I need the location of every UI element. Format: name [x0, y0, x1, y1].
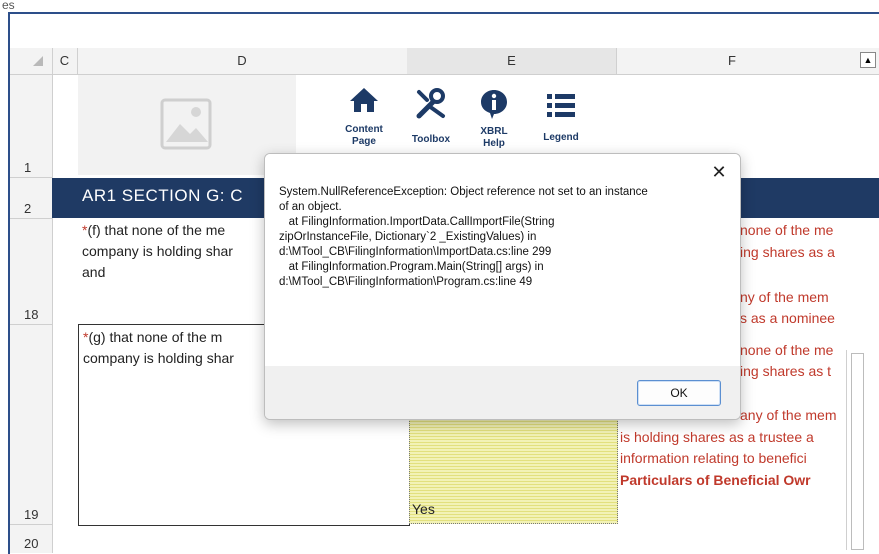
row-header-1[interactable]: 1 — [10, 75, 53, 178]
nav-toolbox[interactable]: Toolbox — [402, 88, 460, 145]
column-header-f[interactable]: F — [616, 48, 848, 74]
tools-icon — [416, 88, 445, 119]
image-placeholder-icon — [160, 98, 212, 150]
column-header-bar: C D E F — [10, 48, 879, 75]
row-header-20[interactable]: 20 — [10, 525, 53, 553]
right-text-line: any of the mem — [740, 407, 837, 423]
section-title: AR1 SECTION G: C — [82, 186, 244, 205]
row-header-2[interactable]: 2 — [10, 178, 53, 219]
select-all-corner[interactable] — [10, 48, 53, 74]
error-dialog: ✕ System.NullReferenceException: Object … — [264, 153, 741, 420]
right-text-line: ny of the mem — [740, 289, 829, 305]
right-text-line: is holding shares as a trustee a — [620, 429, 814, 445]
ok-button[interactable]: OK — [637, 380, 721, 406]
right-text-line: none of the me — [740, 342, 834, 358]
right-text-line: information relating to benefici — [620, 450, 807, 466]
right-text-line: none of the me — [740, 222, 834, 238]
row-header-18[interactable]: 18 — [10, 219, 53, 325]
nav-legend-label: Legend — [543, 132, 579, 143]
close-icon[interactable]: ✕ — [708, 161, 730, 183]
home-icon — [350, 88, 378, 112]
scroll-up-arrow-icon[interactable]: ▲ — [860, 52, 876, 68]
right-text-line: ing shares as a — [740, 244, 835, 260]
select-all-triangle-icon — [33, 56, 43, 66]
cell-e19-input[interactable] — [409, 418, 618, 524]
list-icon — [547, 94, 575, 117]
window-title: es — [2, 0, 15, 12]
nav-xbrl-help-label: XBRL Help — [480, 126, 508, 149]
cell-e19-value: Yes — [412, 501, 435, 517]
nav-legend[interactable]: Legend — [534, 92, 588, 143]
scrollbar-thumb[interactable] — [851, 353, 864, 550]
nav-toolbox-label: Toolbox — [411, 134, 451, 145]
column-header-d[interactable]: D — [77, 48, 408, 74]
column-header-c[interactable]: C — [52, 48, 78, 74]
nav-content-page-label: Content Page — [345, 124, 383, 147]
right-text-line: ing shares as t — [740, 363, 832, 379]
info-icon — [481, 90, 507, 119]
nav-xbrl-help[interactable]: XBRL Help — [472, 88, 516, 150]
beneficial-owner-link[interactable]: Particulars of Beneficial Owr — [620, 472, 811, 488]
error-message: System.NullReferenceException: Object re… — [279, 186, 648, 288]
right-text-line: s as a nominee — [740, 310, 835, 326]
row-header-19[interactable]: 19 — [10, 325, 53, 525]
column-header-e[interactable]: E — [407, 48, 617, 74]
nav-content-page[interactable]: Content Page — [340, 86, 388, 148]
